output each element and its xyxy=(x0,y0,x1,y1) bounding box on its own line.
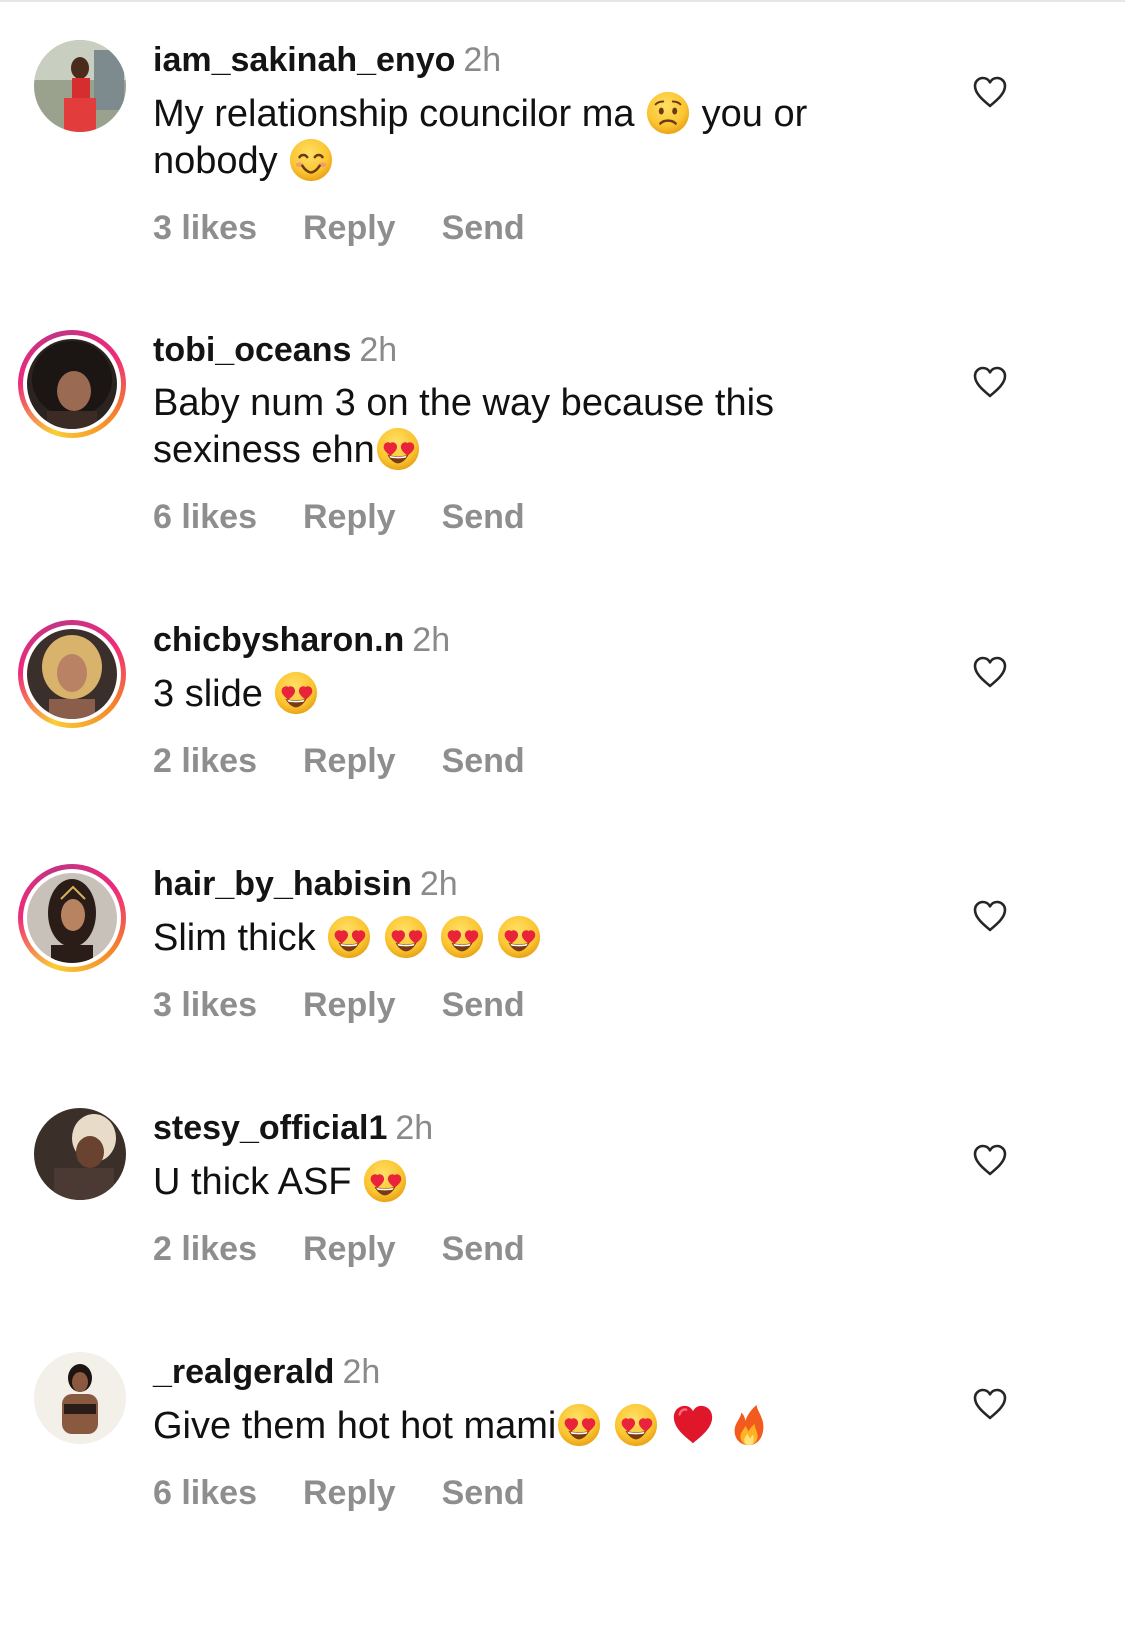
comment-actions: 2 likes Reply Send xyxy=(153,741,913,781)
like-heart-icon[interactable] xyxy=(972,655,1008,689)
profile-photo xyxy=(34,40,126,132)
comment-header: tobi_oceans 2h xyxy=(153,330,913,370)
comment-actions: 3 likes Reply Send xyxy=(153,985,913,1025)
reply-button[interactable]: Reply xyxy=(303,985,396,1025)
likes-count[interactable]: 2 likes xyxy=(153,741,257,781)
username[interactable]: stesy_official1 xyxy=(153,1109,387,1147)
likes-count[interactable]: 6 likes xyxy=(153,497,257,537)
likes-count[interactable]: 3 likes xyxy=(153,985,257,1025)
username[interactable]: hair_by_habisin xyxy=(153,865,412,903)
comment-text: U thick ASF xyxy=(153,1158,913,1205)
profile-photo xyxy=(34,1352,126,1444)
likes-count[interactable]: 6 likes xyxy=(153,1473,257,1513)
reply-button[interactable]: Reply xyxy=(303,1473,396,1513)
likes-count[interactable]: 2 likes xyxy=(153,1229,257,1269)
heart-eyes-icon xyxy=(362,1158,408,1204)
fire-icon xyxy=(726,1402,772,1448)
send-button[interactable]: Send xyxy=(442,1473,525,1513)
heart-eyes-icon xyxy=(273,670,319,716)
timestamp: 2h xyxy=(463,41,502,79)
comment-actions: 2 likes Reply Send xyxy=(153,1229,913,1269)
comment-text: Slim thick xyxy=(153,914,913,961)
like-heart-icon[interactable] xyxy=(972,1387,1008,1421)
like-heart-icon[interactable] xyxy=(972,75,1008,109)
avatar[interactable] xyxy=(18,864,126,972)
username[interactable]: chicbysharon.n xyxy=(153,621,404,659)
avatar[interactable] xyxy=(34,1352,126,1444)
reply-button[interactable]: Reply xyxy=(303,741,396,781)
timestamp: 2h xyxy=(395,1109,434,1147)
comment-text: Give them hot hot mami xyxy=(153,1402,913,1449)
heart-eyes-icon xyxy=(613,1402,659,1448)
like-heart-icon[interactable] xyxy=(972,365,1008,399)
smiling-face-icon xyxy=(288,137,334,183)
comment-actions: 6 likes Reply Send xyxy=(153,1473,913,1513)
heart-eyes-icon xyxy=(326,914,372,960)
profile-photo xyxy=(34,1108,126,1200)
send-button[interactable]: Send xyxy=(442,497,525,537)
comment-header: stesy_official1 2h xyxy=(153,1108,913,1148)
comment-actions: 3 likes Reply Send xyxy=(153,208,913,248)
profile-photo xyxy=(27,873,117,963)
comment-header: _realgerald 2h xyxy=(153,1352,913,1392)
comment-header: hair_by_habisin 2h xyxy=(153,864,913,904)
heart-eyes-icon xyxy=(439,914,485,960)
username[interactable]: tobi_oceans xyxy=(153,331,351,369)
username[interactable]: _realgerald xyxy=(153,1353,334,1391)
timestamp: 2h xyxy=(359,331,398,369)
comment-header: chicbysharon.n 2h xyxy=(153,620,913,660)
reply-button[interactable]: Reply xyxy=(303,497,396,537)
send-button[interactable]: Send xyxy=(442,208,525,248)
profile-photo xyxy=(27,339,117,429)
username[interactable]: iam_sakinah_enyo xyxy=(153,41,455,79)
heart-eyes-icon xyxy=(556,1402,602,1448)
comment-actions: 6 likes Reply Send xyxy=(153,497,913,537)
like-heart-icon[interactable] xyxy=(972,899,1008,933)
avatar[interactable] xyxy=(34,1108,126,1200)
timestamp: 2h xyxy=(342,1353,381,1391)
heart-eyes-icon xyxy=(383,914,429,960)
reply-button[interactable]: Reply xyxy=(303,1229,396,1269)
timestamp: 2h xyxy=(412,621,451,659)
comment-text: My relationship councilor ma you or nobo… xyxy=(153,90,913,184)
comment-text: 3 slide xyxy=(153,670,913,717)
send-button[interactable]: Send xyxy=(442,1229,525,1269)
comment-header: iam_sakinah_enyo 2h xyxy=(153,40,913,80)
avatar[interactable] xyxy=(18,620,126,728)
reply-button[interactable]: Reply xyxy=(303,208,396,248)
top-divider xyxy=(0,0,1125,2)
heart-eyes-icon xyxy=(375,426,421,472)
send-button[interactable]: Send xyxy=(442,985,525,1025)
avatar[interactable] xyxy=(18,330,126,438)
comment-text: Baby num 3 on the way because this sexin… xyxy=(153,382,775,472)
send-button[interactable]: Send xyxy=(442,741,525,781)
heart-eyes-icon xyxy=(496,914,542,960)
worried-face-icon xyxy=(645,90,691,136)
avatar[interactable] xyxy=(34,40,126,132)
red-heart-icon xyxy=(670,1402,716,1448)
likes-count[interactable]: 3 likes xyxy=(153,208,257,248)
profile-photo xyxy=(27,629,117,719)
timestamp: 2h xyxy=(419,865,458,903)
like-heart-icon[interactable] xyxy=(972,1143,1008,1177)
